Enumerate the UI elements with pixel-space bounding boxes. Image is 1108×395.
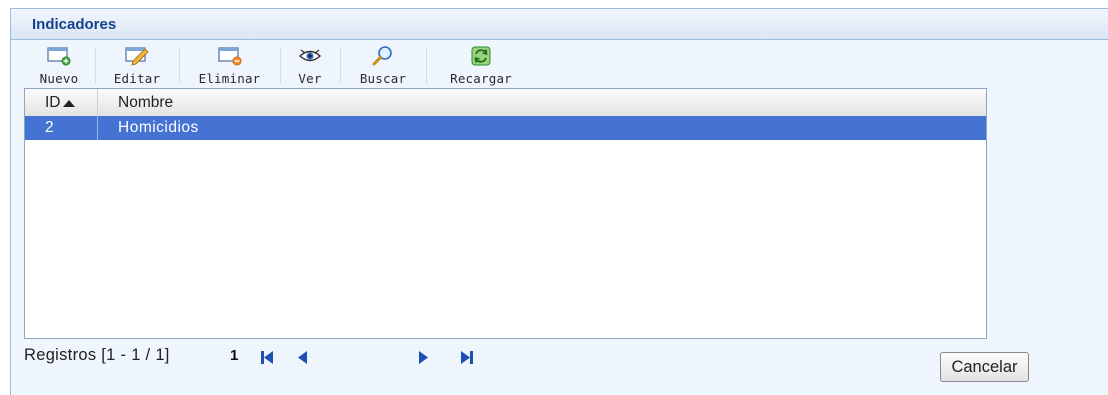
panel-header: Indicadores: [11, 9, 1108, 40]
toolbar-separator: [280, 48, 281, 84]
delete-window-icon: [217, 47, 241, 66]
cell-id-value: 2: [45, 119, 55, 136]
edit-button-label: Editar: [113, 71, 161, 86]
toolbar-separator: [179, 48, 180, 84]
grid-header: ID Nombre: [25, 89, 986, 117]
column-header-id[interactable]: ID: [25, 89, 98, 116]
pencil-icon: [125, 47, 149, 66]
pager-info: Registros [1 - 1 / 1]: [24, 346, 170, 364]
first-page-icon[interactable]: [260, 350, 274, 365]
cell-id: 2: [25, 116, 98, 140]
search-button[interactable]: Buscar: [344, 40, 422, 90]
toolbar-separator: [340, 48, 341, 84]
last-page-icon[interactable]: [460, 350, 474, 365]
indicators-grid: ID Nombre 2 Homicidios: [24, 88, 987, 339]
next-page-icon[interactable]: [418, 350, 430, 365]
new-button-label: Nuevo: [39, 71, 79, 86]
column-header-nombre-label: Nombre: [118, 94, 174, 111]
cell-nombre: Homicidios: [98, 116, 986, 140]
pager: Registros [1 - 1 / 1] 1: [24, 346, 504, 370]
magnifier-icon: [372, 46, 392, 66]
refresh-icon: [471, 46, 491, 66]
search-button-label: Buscar: [359, 71, 407, 86]
prev-page-icon[interactable]: [296, 350, 308, 365]
new-window-icon: [47, 47, 71, 66]
toolbar-separator: [426, 48, 427, 84]
panel-title: Indicadores: [32, 16, 117, 33]
column-header-nombre[interactable]: Nombre: [98, 89, 986, 116]
delete-button-label: Eliminar: [198, 71, 261, 86]
view-button-label: Ver: [298, 71, 322, 86]
cell-nombre-value: Homicidios: [118, 119, 199, 136]
reload-button[interactable]: Recargar: [430, 40, 532, 90]
current-page-number[interactable]: 1: [230, 347, 238, 364]
new-button[interactable]: Nuevo: [28, 40, 90, 90]
column-header-id-label: ID: [45, 94, 61, 111]
eye-icon: [298, 49, 322, 62]
delete-button[interactable]: Eliminar: [183, 40, 276, 90]
cancel-button[interactable]: Cancelar: [940, 352, 1029, 382]
reload-button-label: Recargar: [450, 71, 512, 86]
toolbar-separator: [95, 48, 96, 84]
sort-ascending-icon: [63, 100, 75, 107]
view-button[interactable]: Ver: [284, 40, 336, 90]
table-row[interactable]: 2 Homicidios: [25, 116, 986, 140]
toolbar: Nuevo Editar Eliminar Ver Buscar Recarga…: [28, 40, 668, 90]
edit-button[interactable]: Editar: [99, 40, 175, 90]
